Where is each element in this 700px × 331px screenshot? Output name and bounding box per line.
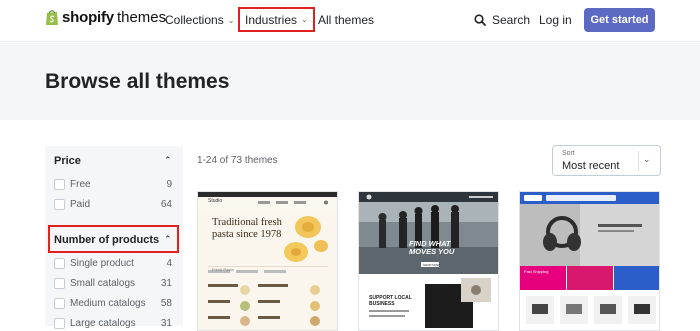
nav-collections[interactable]: Collections ⌄ [165, 13, 234, 27]
chevron-down-icon: ⌄ [301, 15, 308, 24]
chevron-down-icon: ⌄ [643, 154, 651, 164]
filter-option-count: 58 [160, 297, 172, 309]
checkbox[interactable] [54, 317, 65, 329]
chevron-up-icon[interactable]: ⌃ [164, 155, 172, 166]
logo-subtitle: themes [116, 9, 167, 26]
card-subhead: SUPPORT LOCAL BUSINESS [369, 295, 412, 307]
filter-option-small-catalogs[interactable]: Small catalogs 31 [54, 276, 172, 290]
checkbox[interactable] [54, 178, 65, 190]
filter-option-large-catalogs[interactable]: Large catalogs 31 [54, 316, 172, 330]
logo-wordmark: shopify [62, 9, 114, 26]
search-button[interactable]: Search [474, 13, 530, 27]
theme-preview-image [359, 192, 498, 330]
checkbox[interactable] [54, 277, 65, 289]
nav-all-themes[interactable]: All themes [318, 13, 374, 27]
products-filter-header[interactable]: Number of products [54, 234, 159, 246]
card-button: SHOP NOW [423, 263, 440, 267]
sort-divider [638, 151, 639, 171]
sort-value: Most recent [562, 160, 620, 172]
card-menu-title: Fresh Pasta [212, 267, 234, 272]
nav-industries[interactable]: Industries ⌄ [238, 7, 315, 32]
page-title: Browse all themes [45, 70, 230, 93]
filter-option-free[interactable]: Free 9 [54, 177, 172, 191]
shopify-bag-icon [46, 10, 58, 25]
filter-option-paid[interactable]: Paid 64 [54, 197, 172, 211]
filter-option-count: 31 [160, 277, 172, 289]
results-count: 1-24 of 73 themes [197, 155, 278, 166]
theme-card[interactable]: Studio Traditional fresh pasta since 197… [197, 191, 338, 331]
theme-card[interactable]: Fast Shipping [519, 191, 660, 331]
theme-preview-image [520, 192, 659, 330]
search-icon [474, 14, 486, 26]
filter-option-label: Paid [70, 198, 91, 210]
card-brand: Studio [208, 198, 223, 204]
sort-label: Sort [562, 150, 575, 157]
filter-option-count: 31 [160, 317, 172, 329]
filter-option-count: 64 [160, 198, 172, 210]
chevron-down-icon: ⌄ [227, 15, 235, 25]
chevron-up-icon[interactable]: ⌃ [164, 234, 172, 245]
filter-option-single-product[interactable]: Single product 4 [54, 256, 172, 270]
nav-industries-label: Industries [245, 12, 298, 27]
card-headline: Traditional fresh pasta since 1978 [212, 217, 282, 240]
theme-card[interactable]: FIND WHAT MOVES YOU SHOP NOW SUPPORT LOC… [358, 191, 499, 331]
get-started-button[interactable]: Get started [584, 8, 655, 32]
shopify-themes-logo[interactable]: shopify themes [45, 9, 166, 26]
login-link[interactable]: Log in [539, 13, 572, 27]
filter-option-label: Medium catalogs [70, 297, 146, 309]
filter-sidebar: Price ⌃ Free 9 Paid 64 Number of product… [45, 146, 183, 329]
price-filter-header[interactable]: Price [54, 155, 81, 167]
checkbox[interactable] [54, 297, 65, 309]
top-navigation: shopify themes Collections ⌄ Industries … [0, 0, 700, 42]
filter-option-label: Single product [70, 257, 134, 269]
checkbox[interactable] [54, 257, 65, 269]
filter-option-count: 4 [166, 257, 172, 269]
hero-banner: Browse all themes [0, 43, 700, 120]
filter-option-label: Small catalogs [70, 277, 136, 289]
price-filter-title: Price [54, 155, 81, 167]
checkbox[interactable] [54, 198, 65, 210]
products-filter-title: Number of products [54, 234, 160, 246]
filter-option-label: Free [70, 178, 91, 190]
card-banner: Fast Shipping [524, 269, 549, 274]
filter-option-count: 9 [166, 178, 172, 190]
card-headline: FIND WHAT MOVES YOU [409, 239, 455, 256]
search-label: Search [492, 13, 531, 27]
filter-option-label: Large catalogs [70, 317, 136, 329]
theme-preview-image [198, 192, 337, 326]
sort-select[interactable]: Sort Most recent ⌄ [552, 145, 661, 176]
filter-option-medium-catalogs[interactable]: Medium catalogs 58 [54, 296, 172, 310]
nav-collections-label: Collections [165, 13, 224, 27]
